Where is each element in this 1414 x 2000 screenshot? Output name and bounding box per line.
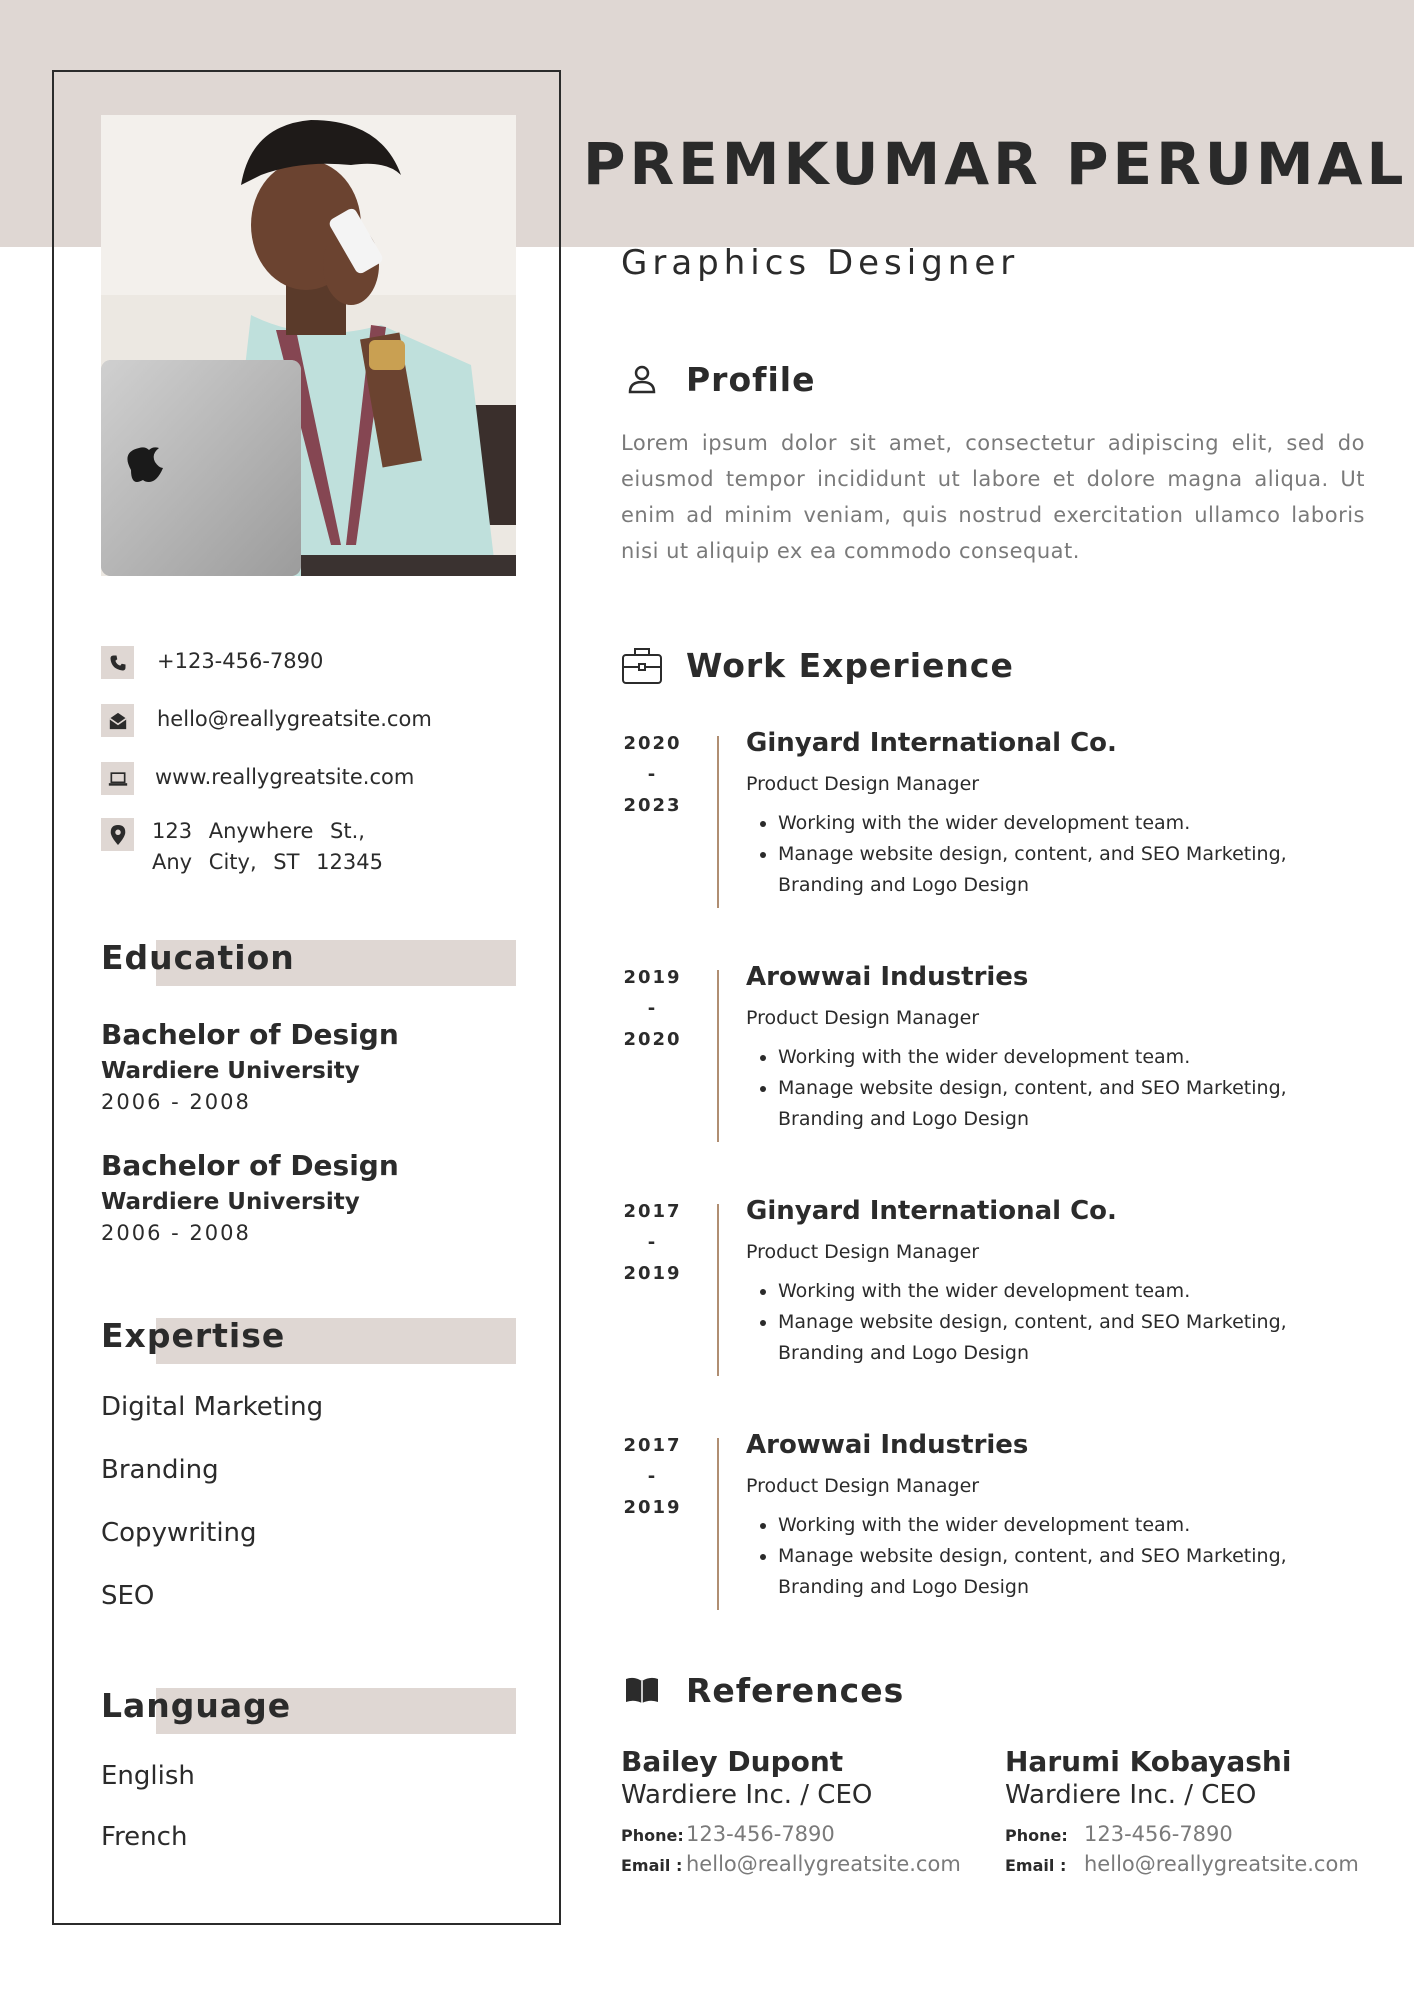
job-start-year: 2017 bbox=[623, 1435, 682, 1456]
job-bullets: Working with the wider development team.… bbox=[746, 1276, 1338, 1369]
reference-email: hello@reallygreatsite.com bbox=[686, 1852, 961, 1876]
job-bullet: Manage website design, content, and SEO … bbox=[778, 1541, 1338, 1603]
timeline-line bbox=[717, 970, 719, 1142]
job-start-year: 2020 bbox=[623, 733, 682, 754]
language-heading-text: Language bbox=[101, 1686, 292, 1725]
language-item: French bbox=[101, 1822, 188, 1852]
job-bullet: Manage website design, content, and SEO … bbox=[778, 1073, 1338, 1135]
contact-website: www.reallygreatsite.com bbox=[101, 762, 414, 795]
briefcase-icon bbox=[620, 643, 664, 687]
contact-email-text: hello@reallygreatsite.com bbox=[157, 707, 432, 731]
job-bullet: Manage website design, content, and SEO … bbox=[778, 1307, 1338, 1369]
education-heading-text: Education bbox=[101, 938, 295, 977]
job-bullets: Working with the wider development team.… bbox=[746, 1510, 1338, 1603]
job-bullet: Working with the wider development team. bbox=[778, 808, 1338, 839]
job-entry: 2019 - 2020 Arowwai Industries Product D… bbox=[620, 962, 1380, 1142]
job-end-year: 2019 bbox=[623, 1497, 682, 1518]
contact-address-text: 123 Anywhere St., Any City, ST 12345 bbox=[152, 819, 383, 874]
job-company: Ginyard International Co. bbox=[746, 728, 1117, 758]
job-entry: 2017 - 2019 Arowwai Industries Product D… bbox=[620, 1430, 1380, 1610]
reference-name: Bailey Dupont bbox=[621, 1745, 844, 1778]
job-company: Ginyard International Co. bbox=[746, 1196, 1117, 1226]
reference-email-label: Email : bbox=[1005, 1856, 1067, 1875]
timeline-line bbox=[717, 1204, 719, 1376]
job-year-separator: - bbox=[647, 998, 658, 1019]
open-book-icon bbox=[620, 1668, 664, 1712]
education-years: 2006 - 2008 bbox=[101, 1090, 251, 1114]
expertise-item: SEO bbox=[101, 1581, 155, 1611]
user-icon bbox=[620, 357, 664, 401]
expertise-heading-text: Expertise bbox=[101, 1316, 286, 1355]
job-end-year: 2023 bbox=[623, 795, 682, 816]
language-heading: Language bbox=[101, 1686, 516, 1734]
reference-card: Harumi Kobayashi Wardiere Inc. / CEO Pho… bbox=[1005, 1745, 1385, 1876]
job-title: Product Design Manager bbox=[746, 1007, 980, 1029]
contact-address: 123 Anywhere St., Any City, ST 12345 bbox=[101, 816, 412, 878]
education-years: 2006 - 2008 bbox=[101, 1221, 251, 1245]
phone-icon bbox=[101, 646, 134, 679]
reference-phone-label: Phone: bbox=[621, 1826, 684, 1845]
job-title: Product Design Manager bbox=[746, 1475, 980, 1497]
job-year-separator: - bbox=[647, 1466, 658, 1487]
profile-heading: Profile bbox=[620, 357, 816, 401]
candidate-name: PREMKUMAR PERUMAL bbox=[583, 130, 1408, 198]
expertise-item: Branding bbox=[101, 1455, 219, 1485]
contact-website-text: www.reallygreatsite.com bbox=[155, 765, 415, 789]
job-title: Product Design Manager bbox=[746, 773, 980, 795]
work-heading: Work Experience bbox=[620, 643, 1014, 687]
reference-email-label: Email : bbox=[621, 1856, 683, 1875]
reference-company: Wardiere Inc. / CEO bbox=[621, 1780, 873, 1810]
job-year-separator: - bbox=[647, 1232, 658, 1253]
reference-company: Wardiere Inc. / CEO bbox=[1005, 1780, 1257, 1810]
location-pin-icon bbox=[101, 818, 134, 851]
mail-icon bbox=[101, 704, 134, 737]
job-start-year: 2019 bbox=[623, 967, 682, 988]
candidate-role: Graphics Designer bbox=[621, 243, 1020, 283]
job-entry: 2020 - 2023 Ginyard International Co. Pr… bbox=[620, 728, 1380, 908]
expertise-item: Copywriting bbox=[101, 1518, 257, 1548]
profile-summary: Lorem ipsum dolor sit amet, consectetur … bbox=[621, 431, 1365, 563]
education-degree: Bachelor of Design bbox=[101, 1149, 399, 1182]
job-end-year: 2020 bbox=[623, 1029, 682, 1050]
job-bullet: Working with the wider development team. bbox=[778, 1510, 1338, 1541]
education-school: Wardiere University bbox=[101, 1058, 360, 1084]
job-end-year: 2019 bbox=[623, 1263, 682, 1284]
reference-name: Harumi Kobayashi bbox=[1005, 1745, 1292, 1778]
job-company: Arowwai Industries bbox=[746, 962, 1029, 992]
expertise-heading: Expertise bbox=[101, 1316, 516, 1364]
reference-email: hello@reallygreatsite.com bbox=[1084, 1852, 1359, 1876]
job-company: Arowwai Industries bbox=[746, 1430, 1029, 1460]
job-year-separator: - bbox=[647, 764, 658, 785]
contact-phone-text: +123-456-7890 bbox=[157, 649, 324, 673]
timeline-line bbox=[717, 1438, 719, 1610]
job-bullet: Working with the wider development team. bbox=[778, 1276, 1338, 1307]
job-start-year: 2017 bbox=[623, 1201, 682, 1222]
contact-email: hello@reallygreatsite.com bbox=[101, 704, 432, 737]
references-heading-text: References bbox=[686, 1670, 905, 1710]
language-item: English bbox=[101, 1761, 195, 1791]
job-bullet: Working with the wider development team. bbox=[778, 1042, 1338, 1073]
references-heading: References bbox=[620, 1668, 904, 1712]
education-school: Wardiere University bbox=[101, 1189, 360, 1215]
reference-phone: 123-456-7890 bbox=[686, 1822, 835, 1846]
job-entry: 2017 - 2019 Ginyard International Co. Pr… bbox=[620, 1196, 1380, 1376]
job-title: Product Design Manager bbox=[746, 1241, 980, 1263]
education-heading: Education bbox=[101, 938, 516, 986]
laptop-icon bbox=[101, 762, 134, 795]
reference-phone-label: Phone: bbox=[1005, 1826, 1068, 1845]
timeline-line bbox=[717, 736, 719, 908]
job-bullet: Manage website design, content, and SEO … bbox=[778, 839, 1338, 901]
reference-card: Bailey Dupont Wardiere Inc. / CEO Phone:… bbox=[621, 1745, 1001, 1876]
job-bullets: Working with the wider development team.… bbox=[746, 808, 1338, 901]
profile-photo bbox=[101, 115, 516, 576]
expertise-item: Digital Marketing bbox=[101, 1392, 324, 1422]
education-degree: Bachelor of Design bbox=[101, 1018, 399, 1051]
contact-phone: +123-456-7890 bbox=[101, 646, 323, 679]
work-heading-text: Work Experience bbox=[686, 645, 1014, 685]
job-bullets: Working with the wider development team.… bbox=[746, 1042, 1338, 1135]
reference-phone: 123-456-7890 bbox=[1084, 1822, 1233, 1846]
profile-heading-text: Profile bbox=[686, 359, 816, 399]
